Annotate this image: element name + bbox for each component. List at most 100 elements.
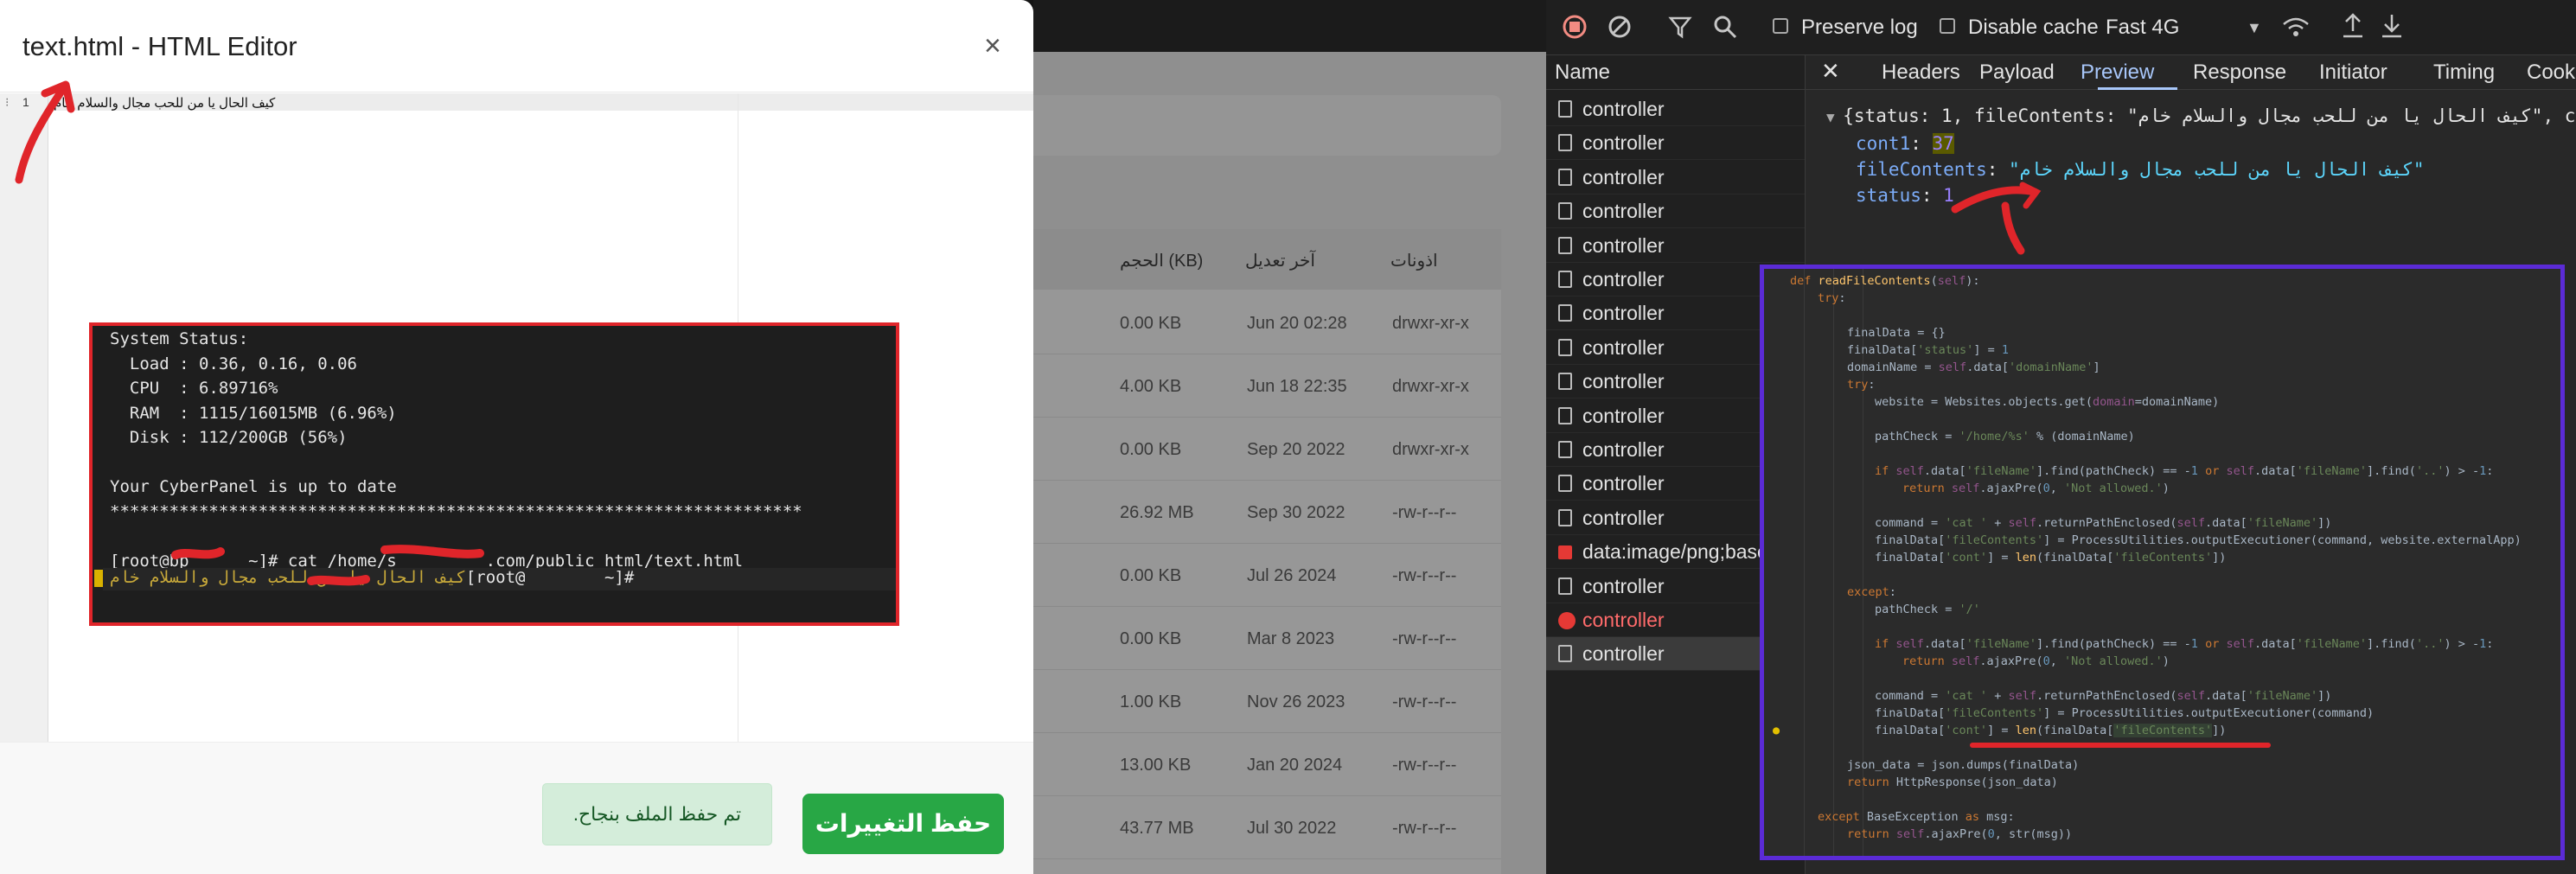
tab-preview[interactable]: Preview bbox=[2081, 61, 2154, 85]
preserve-log-checkbox[interactable] bbox=[1773, 18, 1788, 34]
request-name: controller bbox=[1582, 302, 1665, 325]
terminal-line: System Status: bbox=[110, 329, 249, 348]
cell-size: 1.00 KB bbox=[1120, 692, 1182, 711]
request-name: controller bbox=[1582, 642, 1665, 666]
terminal-last-line: كيف الحال يا من للحب مجال والسلام خام[ro… bbox=[110, 568, 634, 587]
close-icon[interactable]: × bbox=[984, 29, 1001, 63]
search-icon[interactable] bbox=[1712, 14, 1738, 40]
preview-filecontents: fileContents: "كيف الحال يا من للحب مجال… bbox=[1856, 159, 2425, 180]
disable-cache-checkbox[interactable] bbox=[1940, 18, 1955, 34]
file-manager-card bbox=[1033, 95, 1501, 156]
terminal-gutter-marker bbox=[94, 570, 103, 587]
preview-cont1: cont1: 37 bbox=[1856, 133, 1954, 154]
request-name: controller bbox=[1582, 472, 1665, 495]
cell-size: 0.00 KB bbox=[1120, 314, 1182, 333]
cell-size: 0.00 KB bbox=[1120, 440, 1182, 459]
network-toolbar: Preserve log Disable cache Fast 4G ▼ bbox=[1546, 0, 2576, 55]
table-row[interactable]: 0.00 KB Jul 26 2024 -rw-r--r-- bbox=[1033, 544, 1501, 607]
table-row[interactable]: 0.00 KB Jun 20 02:28 drwxr-xr-x bbox=[1033, 291, 1501, 354]
cell-modified: Jun 18 22:35 bbox=[1247, 377, 1347, 396]
terminal-prompt: [root@ ~]# bbox=[465, 568, 635, 587]
disable-cache-label: Disable cache bbox=[1968, 16, 2099, 39]
table-row[interactable]: 0.00 KB Mar 8 2023 -rw-r--r-- bbox=[1033, 607, 1501, 670]
tab-cookies[interactable]: Cookies bbox=[2527, 61, 2576, 85]
request-row[interactable]: controller bbox=[1546, 195, 1805, 229]
cell-modified: Sep 30 2022 bbox=[1247, 503, 1346, 522]
terminal-line: Your CyberPanel is up to date bbox=[110, 477, 397, 496]
indent-guide bbox=[1833, 269, 1834, 856]
table-row[interactable]: 1.00 KB Nov 26 2023 -rw-r--r-- bbox=[1033, 670, 1501, 733]
tab-response[interactable]: Response bbox=[2193, 61, 2286, 85]
tab-payload[interactable]: Payload bbox=[1979, 61, 2055, 85]
modal-title: text.html - HTML Editor bbox=[22, 31, 297, 61]
terminal-line: ****************************************… bbox=[110, 501, 802, 521]
table-row[interactable]: 0.00 KB Sep 20 2022 drwxr-xr-x bbox=[1033, 418, 1501, 481]
request-row[interactable]: controller bbox=[1546, 126, 1805, 161]
cell-perms: drwxr-xr-x bbox=[1392, 440, 1469, 459]
col-size: الحجم (KB) bbox=[1120, 252, 1204, 271]
cell-modified: Sep 20 2022 bbox=[1247, 440, 1346, 459]
stop-recording-icon[interactable] bbox=[1562, 14, 1588, 40]
upload-icon[interactable] bbox=[2340, 12, 2366, 40]
save-changes-button[interactable]: حفظ التغييرات bbox=[802, 794, 1004, 854]
fold-icon[interactable]: ⁝ bbox=[5, 95, 9, 110]
preview-pane: ▼ {status: 1, fileContents: "كيف الحال ي… bbox=[1806, 90, 2576, 263]
cell-perms: -rw-r--r-- bbox=[1392, 692, 1457, 711]
document-icon bbox=[1558, 441, 1572, 458]
tab-initiator[interactable]: Initiator bbox=[2319, 61, 2387, 85]
cell-size: 4.00 KB bbox=[1120, 377, 1182, 396]
preview-status: status: 1 bbox=[1856, 185, 1954, 206]
document-icon bbox=[1558, 373, 1572, 391]
request-row[interactable]: controller bbox=[1546, 161, 1805, 195]
name-column-header[interactable]: Name bbox=[1546, 55, 1805, 90]
filter-icon[interactable] bbox=[1667, 14, 1693, 40]
cont1-key: cont1 bbox=[1856, 133, 1911, 154]
throttle-select[interactable]: Fast 4G bbox=[2106, 16, 2179, 40]
cont1-value: 37 bbox=[1932, 133, 1954, 154]
preview-summary[interactable]: ▼ {status: 1, fileContents: "كيف الحال ي… bbox=[1826, 105, 2576, 126]
chevron-down-icon[interactable]: ▼ bbox=[2247, 19, 2262, 37]
download-icon[interactable] bbox=[2379, 12, 2405, 40]
request-row[interactable]: controller bbox=[1546, 229, 1805, 263]
document-icon bbox=[1558, 577, 1572, 595]
cell-perms: -rw-r--r-- bbox=[1392, 756, 1457, 775]
document-icon bbox=[1558, 100, 1572, 118]
request-name: controller bbox=[1582, 233, 1665, 257]
document-icon bbox=[1558, 406, 1572, 424]
document-icon bbox=[1558, 304, 1572, 322]
table-row[interactable]: 26.92 MB Sep 30 2022 -rw-r--r-- bbox=[1033, 481, 1501, 544]
filecontents-key: fileContents bbox=[1856, 159, 1987, 180]
table-row[interactable]: 43.77 MB Jul 30 2022 -rw-r--r-- bbox=[1033, 796, 1501, 859]
preview-summary-text: {status: 1, fileContents: "كيف الحال يا … bbox=[1843, 105, 2576, 126]
table-row[interactable]: 13.00 KB Jan 20 2024 -rw-r--r-- bbox=[1033, 733, 1501, 796]
terminal-line: Disk : 112/200GB (56%) bbox=[110, 428, 348, 447]
filecontents-value: "كيف الحال يا من للحب مجال والسلام خام" bbox=[2009, 159, 2425, 180]
cell-perms: -rw-r--r-- bbox=[1392, 566, 1457, 585]
cell-modified: Jul 30 2022 bbox=[1247, 819, 1337, 838]
indent-guide bbox=[1804, 269, 1805, 856]
table-row[interactable]: 4.00 KB Jun 18 22:35 drwxr-xr-x bbox=[1033, 354, 1501, 418]
cell-size: 0.00 KB bbox=[1120, 566, 1182, 585]
network-conditions-icon[interactable] bbox=[2281, 14, 2311, 40]
editor-line-1[interactable]: كيف الحال يا من للحب مجال والسلام خام bbox=[54, 95, 275, 111]
terminal-screenshot: System Status: Load : 0.36, 0.16, 0.06 C… bbox=[89, 322, 899, 626]
terminal-line: Load : 0.36, 0.16, 0.06 bbox=[110, 354, 357, 373]
tab-timing[interactable]: Timing bbox=[2433, 61, 2495, 85]
request-name: controller bbox=[1582, 370, 1665, 393]
cell-perms: -rw-r--r-- bbox=[1392, 819, 1457, 838]
request-name: controller bbox=[1582, 574, 1665, 597]
expand-triangle-icon[interactable]: ▼ bbox=[1826, 109, 1843, 125]
error-icon bbox=[1558, 612, 1576, 629]
close-detail-icon[interactable]: ✕ bbox=[1821, 58, 1840, 85]
request-name: data:image/png;base bbox=[1582, 540, 1768, 564]
document-icon bbox=[1558, 134, 1572, 152]
clear-icon[interactable] bbox=[1607, 14, 1633, 40]
status-value: 1 bbox=[1943, 185, 1954, 206]
request-name: controller bbox=[1582, 335, 1665, 359]
cell-perms: drwxr-xr-x bbox=[1392, 377, 1469, 396]
line-number: 1 bbox=[22, 95, 29, 109]
tab-headers[interactable]: Headers bbox=[1882, 61, 1960, 85]
file-table: الحجم (KB) آخر تعديل اذونات 0.00 KB Jun 2… bbox=[1033, 229, 1501, 874]
request-row[interactable]: controller bbox=[1546, 93, 1805, 126]
terminal-output-arabic: كيف الحال يا من للحب مجال والسلام خام bbox=[110, 568, 466, 587]
